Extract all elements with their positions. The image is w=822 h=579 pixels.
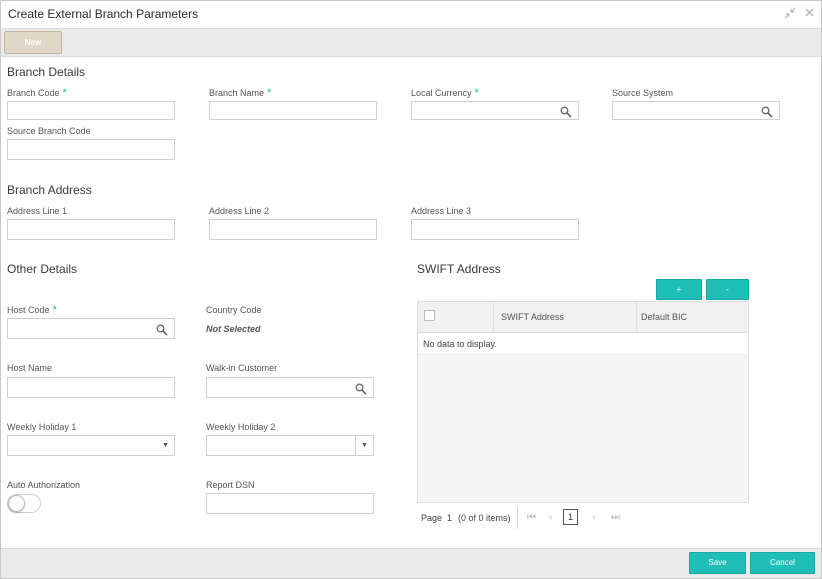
remove-row-button[interactable]: - xyxy=(706,279,749,300)
last-page-icon[interactable]: ⏭ xyxy=(611,512,620,523)
toggle-knob xyxy=(8,495,25,512)
column-header-swift-address[interactable]: SWIFT Address xyxy=(501,312,564,322)
column-divider xyxy=(493,302,494,332)
auto-authorization-toggle[interactable] xyxy=(7,494,41,513)
branch-code-label: Branch Code * xyxy=(7,87,67,99)
toolbar xyxy=(1,28,821,57)
local-currency-input[interactable] xyxy=(411,101,579,120)
source-branch-code-input[interactable] xyxy=(7,139,175,160)
address-line-3-input[interactable] xyxy=(411,219,579,240)
section-swift-address: SWIFT Address xyxy=(417,262,501,276)
source-branch-code-label: Source Branch Code xyxy=(7,126,91,136)
cancel-button[interactable]: Cancel xyxy=(750,552,815,574)
prev-page-icon[interactable]: ‹ xyxy=(549,512,552,523)
branch-name-label: Branch Name * xyxy=(209,87,272,99)
first-page-icon[interactable]: ⏮ xyxy=(527,512,536,523)
chevron-down-icon[interactable]: ▼ xyxy=(355,436,373,455)
source-system-label: Source System xyxy=(612,88,674,98)
search-icon[interactable] xyxy=(761,105,773,123)
select-all-checkbox[interactable] xyxy=(424,310,435,321)
column-header-default-bic[interactable]: Default BIC xyxy=(641,312,687,322)
save-button[interactable]: Save xyxy=(689,552,746,574)
pager-divider xyxy=(517,507,518,529)
empty-message: No data to display. xyxy=(423,339,497,349)
swift-address-table: SWIFT Address Default BIC No data to dis… xyxy=(417,301,749,503)
weekly-holiday-2-label: Weekly Holiday 2 xyxy=(206,422,276,432)
new-button[interactable]: New xyxy=(4,31,62,54)
pager-page-value: 1 xyxy=(447,513,453,523)
host-code-input[interactable] xyxy=(7,318,175,339)
host-code-label: Host Code * xyxy=(7,304,57,316)
report-dsn-input[interactable] xyxy=(206,493,374,514)
weekly-holiday-1-select[interactable]: ▼ xyxy=(7,435,175,456)
walkin-customer-label: Walk-in Customer xyxy=(206,363,278,373)
chevron-down-icon[interactable]: ▼ xyxy=(157,436,174,455)
weekly-holiday-1-label: Weekly Holiday 1 xyxy=(7,422,77,432)
required-marker: * xyxy=(267,87,272,99)
report-dsn-label: Report DSN xyxy=(206,480,255,490)
search-icon[interactable] xyxy=(560,105,572,123)
section-branch-details: Branch Details xyxy=(7,65,86,79)
host-name-label: Host Name xyxy=(7,363,53,373)
local-currency-label: Local Currency * xyxy=(411,87,479,99)
close-icon[interactable] xyxy=(804,7,815,20)
branch-name-input[interactable] xyxy=(209,101,377,120)
required-marker: * xyxy=(52,304,57,316)
walkin-customer-input[interactable] xyxy=(206,377,374,398)
current-page-box[interactable]: 1 xyxy=(563,509,578,525)
address-line-1-label: Address Line 1 xyxy=(7,206,68,216)
add-row-button[interactable]: + xyxy=(656,279,702,300)
country-code-value: Not Selected xyxy=(206,324,261,334)
section-other-details: Other Details xyxy=(7,262,78,276)
search-icon[interactable] xyxy=(355,382,367,400)
branch-code-input[interactable] xyxy=(7,101,175,120)
search-icon[interactable] xyxy=(156,323,168,341)
address-line-3-label: Address Line 3 xyxy=(411,206,472,216)
next-page-icon[interactable]: › xyxy=(592,512,595,523)
source-system-input[interactable] xyxy=(612,101,780,120)
country-code-label: Country Code xyxy=(206,305,262,315)
table-empty-row: No data to display. xyxy=(418,333,748,353)
window-title: Create External Branch Parameters xyxy=(8,7,199,21)
minimize-icon[interactable] xyxy=(784,7,796,21)
required-marker: * xyxy=(62,87,67,99)
section-branch-address: Branch Address xyxy=(7,183,92,197)
pager-items-count: (0 of 0 items) xyxy=(458,513,511,523)
required-marker: * xyxy=(474,87,479,99)
weekly-holiday-2-select[interactable]: ▼ xyxy=(206,435,374,456)
host-name-input[interactable] xyxy=(7,377,175,398)
column-divider xyxy=(636,302,637,332)
address-line-1-input[interactable] xyxy=(7,219,175,240)
auto-authorization-label: Auto Authorization xyxy=(7,480,81,490)
address-line-2-label: Address Line 2 xyxy=(209,206,270,216)
pager-page-label: Page xyxy=(421,513,443,523)
address-line-2-input[interactable] xyxy=(209,219,377,240)
table-header: SWIFT Address Default BIC xyxy=(418,302,748,333)
